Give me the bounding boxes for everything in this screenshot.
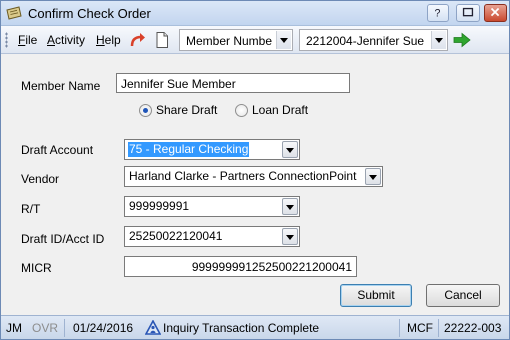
search-by-field-select[interactable]: Member Numbe [179, 29, 293, 51]
help-window-button[interactable]: ? [427, 4, 449, 22]
loan-draft-radio[interactable] [235, 104, 248, 117]
share-draft-radio[interactable] [139, 104, 152, 117]
chevron-down-icon[interactable] [276, 31, 291, 49]
chevron-down-icon[interactable] [282, 228, 298, 245]
rt-select[interactable]: 999999991 [124, 196, 300, 217]
status-date: 01/24/2016 [73, 321, 134, 335]
toolbar-grip[interactable] [5, 32, 8, 48]
close-icon [490, 7, 500, 17]
menu-toolbar: File Activity Help Member Numbe 2212004-… [1, 26, 509, 54]
micr-field[interactable]: 999999991252500221200041 [124, 256, 357, 277]
chevron-down-icon[interactable] [282, 198, 298, 215]
status-ovr: OVR [32, 321, 59, 335]
chevron-down-icon[interactable] [431, 31, 446, 49]
menu-file[interactable]: File [18, 33, 37, 47]
chevron-down-icon[interactable] [282, 141, 298, 158]
close-button[interactable] [484, 4, 507, 22]
svg-text:?: ? [434, 8, 440, 20]
maximize-button[interactable] [456, 4, 480, 22]
title-bar[interactable]: Confirm Check Order ? [1, 1, 509, 26]
loan-draft-label[interactable]: Loan Draft [252, 103, 308, 117]
status-user: JM [6, 321, 22, 335]
vendor-select[interactable]: Harland Clarke - Partners ConnectionPoin… [124, 166, 383, 187]
draft-account-label: Draft Account [21, 143, 94, 157]
member-select[interactable]: 2212004-Jennifer Sue [299, 29, 448, 51]
status-message: Inquiry Transaction Complete [163, 321, 320, 335]
member-name-label: Member Name [21, 79, 101, 93]
chevron-down-icon[interactable] [365, 168, 381, 185]
window-title: Confirm Check Order [28, 6, 151, 21]
member-name-field[interactable]: Jennifer Sue Member [116, 73, 350, 93]
micr-label: MICR [21, 261, 52, 275]
maximize-icon [462, 7, 474, 17]
cancel-button[interactable]: Cancel [426, 284, 500, 307]
status-bar: JM OVR 01/24/2016 Inquiry Transaction Co… [1, 315, 509, 339]
redo-arrow-icon[interactable] [129, 31, 147, 49]
new-document-icon[interactable] [153, 31, 171, 49]
confirm-check-order-window: Confirm Check Order ? File Activity Help… [0, 0, 510, 340]
draft-id-select[interactable]: 25250022120041 [124, 226, 300, 247]
submit-button[interactable]: Submit [340, 284, 412, 307]
draft-id-label: Draft ID/Acct ID [21, 232, 105, 246]
menu-help[interactable]: Help [96, 33, 121, 47]
person-status-icon [145, 320, 161, 335]
go-arrow-icon[interactable] [453, 32, 471, 48]
share-draft-label[interactable]: Share Draft [156, 103, 217, 117]
question-icon: ? [434, 8, 440, 20]
vendor-label: Vendor [21, 172, 60, 186]
rt-label: R/T [21, 202, 41, 216]
status-code: 22222-003 [444, 321, 502, 335]
status-mode: MCF [407, 321, 433, 335]
draft-account-select[interactable]: 75 - Regular Checking [124, 139, 300, 160]
check-book-icon [6, 6, 22, 20]
menu-activity[interactable]: Activity [47, 33, 85, 47]
